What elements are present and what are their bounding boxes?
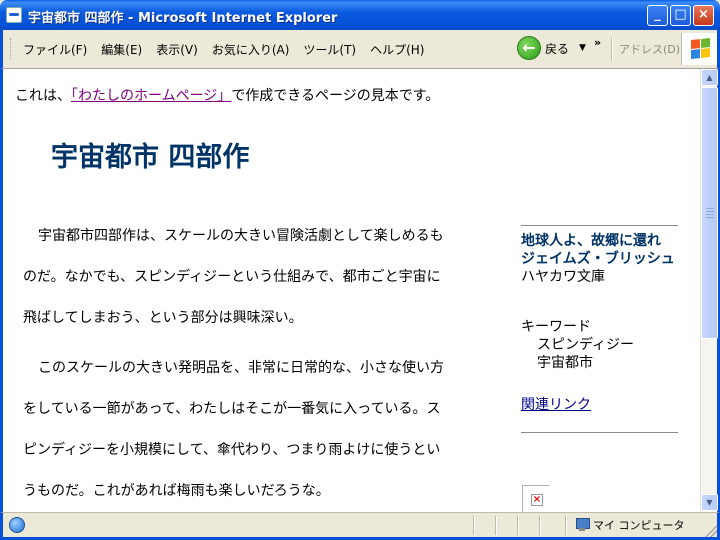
windows-flag-icon [691, 38, 711, 60]
status-separator [495, 516, 497, 535]
article-paragraph-2: このスケールの大きい発明品を、非常に日常的な、小さな使い方をしている一節があって… [23, 360, 444, 499]
windows-logo [681, 33, 717, 65]
menu-tools[interactable]: ツール(T) [303, 41, 356, 58]
ie-status-icon [9, 517, 25, 533]
sidebar-divider [521, 225, 678, 226]
menu-view[interactable]: 表示(V) [156, 41, 198, 58]
keyword-item: スピンディジー [537, 337, 635, 353]
back-label: 戻る [545, 41, 570, 56]
scroll-up-button[interactable]: ▲ [701, 69, 718, 86]
status-bar: マイ コンピュータ [0, 512, 720, 540]
security-zone: マイ コンピュータ [575, 517, 685, 533]
menu-items: ファイル(F) 編集(E) 表示(V) お気に入り(A) ツール(T) ヘルプ(… [23, 41, 424, 58]
broken-image-icon: × [531, 494, 543, 506]
intro-before: これは、 [15, 88, 71, 104]
scroll-grip-icon [706, 208, 714, 220]
homepage-link[interactable]: 「わたしのホームページ」 [71, 88, 231, 104]
menu-edit[interactable]: 編集(E) [101, 41, 142, 58]
back-arrow-icon: ← [517, 36, 541, 60]
vertical-scrollbar[interactable]: ▲ ▼ [700, 69, 718, 511]
intro-text: これは、「わたしのホームページ」で作成できるページの見本です。 [15, 85, 439, 105]
status-separator [565, 516, 567, 535]
status-separator [473, 516, 475, 535]
address-label[interactable]: アドレス(D) [619, 41, 680, 57]
keyword-label: キーワード [521, 319, 591, 335]
scroll-thumb[interactable] [701, 87, 718, 339]
keyword-item: 宇宙都市 [537, 355, 593, 371]
back-dropdown-icon[interactable]: ▼ [579, 43, 586, 53]
status-separator [539, 516, 541, 535]
resize-grip[interactable] [705, 525, 717, 537]
sidebar: 地球人よ、故郷に還れ ジェイムズ・ブリッシュ ハヤカワ文庫 キーワード スピンデ… [521, 225, 686, 433]
back-button[interactable]: ← 戻る ▼ [517, 36, 586, 60]
maximize-button[interactable]: □ [670, 5, 691, 26]
article-paragraph-1: 宇宙都市四部作は、スケールの大きい冒険活劇として楽しめるものだ。なかでも、スピン… [23, 228, 444, 326]
sidebar-divider [521, 432, 678, 433]
menu-help[interactable]: ヘルプ(H) [370, 41, 424, 58]
menu-file[interactable]: ファイル(F) [23, 41, 87, 58]
book-author: ジェイムズ・ブリッシュ [521, 251, 675, 267]
my-computer-icon [575, 518, 590, 532]
article-body: 宇宙都市四部作は、スケールの大きい冒険活劇として楽しめるものだ。なかでも、スピン… [23, 216, 453, 512]
status-separator [517, 516, 519, 535]
page-title: 宇宙都市 四部作 [51, 142, 250, 173]
book-title: 地球人よ、故郷に還れ [521, 233, 661, 249]
scroll-down-button[interactable]: ▼ [701, 494, 718, 511]
ie-page-icon [6, 7, 22, 23]
minimize-button[interactable]: _ [647, 5, 668, 26]
close-button[interactable]: × [693, 5, 714, 26]
window-title: 宇宙都市 四部作 - Microsoft Internet Explorer [28, 11, 338, 26]
page-content: これは、「わたしのホームページ」で作成できるページの見本です。 宇宙都市 四部作… [0, 68, 720, 513]
book-publisher: ハヤカワ文庫 [521, 269, 605, 285]
menu-bar: ファイル(F) 編集(E) 表示(V) お気に入り(A) ツール(T) ヘルプ(… [0, 30, 720, 68]
toolbar-grip[interactable] [10, 38, 14, 60]
title-bar: 宇宙都市 四部作 - Microsoft Internet Explorer _… [0, 0, 720, 30]
security-zone-label: マイ コンピュータ [593, 519, 685, 532]
menu-favorites[interactable]: お気に入り(A) [212, 41, 290, 58]
intro-after: で作成できるページの見本です。 [231, 88, 440, 104]
related-links-link[interactable]: 関連リンク [521, 394, 591, 414]
broken-image: × [522, 485, 550, 513]
toolbar-overflow-chevron[interactable]: » [594, 36, 601, 49]
toolbar-separator [611, 38, 613, 62]
